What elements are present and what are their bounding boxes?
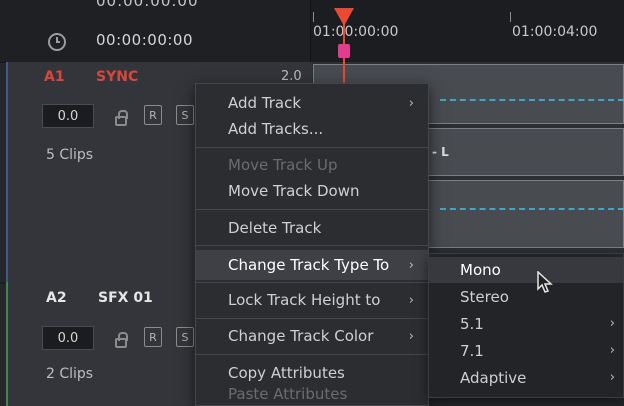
clip-count: 5 Clips bbox=[46, 147, 94, 163]
clock-icon bbox=[48, 33, 66, 51]
menu-item-label: Change Track Color bbox=[228, 327, 374, 345]
ruler-tick bbox=[313, 12, 314, 22]
menu-item-change-track-color[interactable]: Change Track Color › bbox=[196, 323, 428, 349]
solo-button[interactable]: S bbox=[176, 327, 194, 347]
menu-item-label: Paste Attributes bbox=[228, 385, 348, 403]
playhead-handle[interactable] bbox=[334, 8, 354, 26]
menu-item-label: Add Tracks... bbox=[228, 120, 324, 138]
submenu-item-adaptive[interactable]: Adaptive › bbox=[429, 365, 623, 391]
track-id: A1 bbox=[44, 69, 65, 85]
lock-icon[interactable] bbox=[115, 332, 128, 348]
track-volume[interactable]: 0.0 bbox=[42, 326, 94, 350]
record-button[interactable]: R bbox=[144, 327, 162, 347]
chevron-right-icon: › bbox=[408, 258, 414, 273]
submenu-item-mono[interactable]: Mono bbox=[429, 257, 623, 283]
track-volume[interactable]: 0.0 bbox=[42, 104, 94, 128]
menu-item-label: Move Track Down bbox=[228, 182, 360, 200]
track-name[interactable]: SYNC bbox=[96, 69, 138, 85]
submenu-item-label: Stereo bbox=[460, 288, 509, 306]
menu-separator bbox=[196, 318, 428, 319]
solo-button[interactable]: S bbox=[176, 105, 194, 125]
menu-item-move-track-down[interactable]: Move Track Down bbox=[196, 178, 428, 204]
menu-item-label: Move Track Up bbox=[228, 156, 338, 174]
timecode-display[interactable]: 00:00:00:00 bbox=[96, 31, 193, 49]
ruler-label-1: 01:00:00:00 bbox=[313, 24, 399, 40]
menu-item-move-track-up: Move Track Up bbox=[196, 152, 428, 178]
context-menu: Add Track › Add Tracks... Move Track Up … bbox=[195, 83, 429, 406]
waveform bbox=[440, 208, 624, 211]
submenu-item-5-1[interactable]: 5.1 › bbox=[429, 311, 623, 337]
submenu-item-label: Mono bbox=[460, 261, 501, 279]
chevron-right-icon: › bbox=[609, 316, 615, 331]
record-button[interactable]: R bbox=[144, 105, 162, 125]
ruler-label-2: 01:00:04:00 bbox=[512, 24, 598, 40]
track-id: A2 bbox=[46, 290, 67, 306]
menu-separator bbox=[196, 282, 428, 283]
menu-item-add-tracks[interactable]: Add Tracks... bbox=[196, 116, 428, 142]
chevron-right-icon: › bbox=[609, 343, 615, 358]
menu-separator bbox=[196, 147, 428, 148]
menu-separator bbox=[196, 209, 428, 210]
submenu-item-label: Adaptive bbox=[460, 369, 527, 387]
chevron-right-icon: › bbox=[408, 96, 414, 111]
menu-item-change-track-type[interactable]: Change Track Type To › bbox=[196, 250, 428, 280]
waveform bbox=[440, 99, 624, 102]
submenu-item-label: 7.1 bbox=[460, 342, 484, 360]
clip-count: 2 Clips bbox=[46, 366, 94, 382]
chevron-right-icon: › bbox=[408, 293, 414, 308]
chevron-right-icon: › bbox=[408, 329, 414, 344]
menu-item-label: Add Track bbox=[228, 94, 302, 112]
lock-icon[interactable] bbox=[115, 110, 128, 126]
ruler-tick bbox=[510, 12, 511, 22]
menu-item-paste-attributes: Paste Attributes bbox=[196, 384, 428, 404]
submenu-item-label: 5.1 bbox=[460, 315, 484, 333]
clip-name: - L bbox=[432, 145, 449, 159]
cursor-arrow-icon bbox=[537, 271, 553, 293]
track-name[interactable]: SFX 01 bbox=[98, 290, 153, 306]
menu-item-label: Change Track Type To bbox=[228, 256, 390, 274]
playhead-marker bbox=[338, 44, 350, 58]
menu-item-label: Copy Attributes bbox=[228, 364, 345, 382]
menu-item-label: Delete Track bbox=[228, 219, 322, 237]
menu-item-lock-track-height[interactable]: Lock Track Height to › bbox=[196, 287, 428, 313]
menu-item-add-track[interactable]: Add Track › bbox=[196, 90, 428, 116]
submenu-item-stereo[interactable]: Stereo bbox=[429, 284, 623, 310]
menu-item-delete-track[interactable]: Delete Track bbox=[196, 215, 428, 241]
menu-separator bbox=[196, 245, 428, 246]
menu-separator bbox=[196, 354, 428, 355]
track-type-submenu: Mono Stereo 5.1 › 7.1 › Adaptive › bbox=[428, 253, 624, 398]
track-channels: 2.0 bbox=[281, 69, 302, 84]
chevron-right-icon: › bbox=[609, 370, 615, 385]
submenu-item-7-1[interactable]: 7.1 › bbox=[429, 338, 623, 364]
menu-item-copy-attributes[interactable]: Copy Attributes bbox=[196, 360, 428, 386]
timecode-top: 00:00:00:00 bbox=[96, 0, 199, 10]
menu-item-label: Lock Track Height to bbox=[228, 291, 381, 309]
